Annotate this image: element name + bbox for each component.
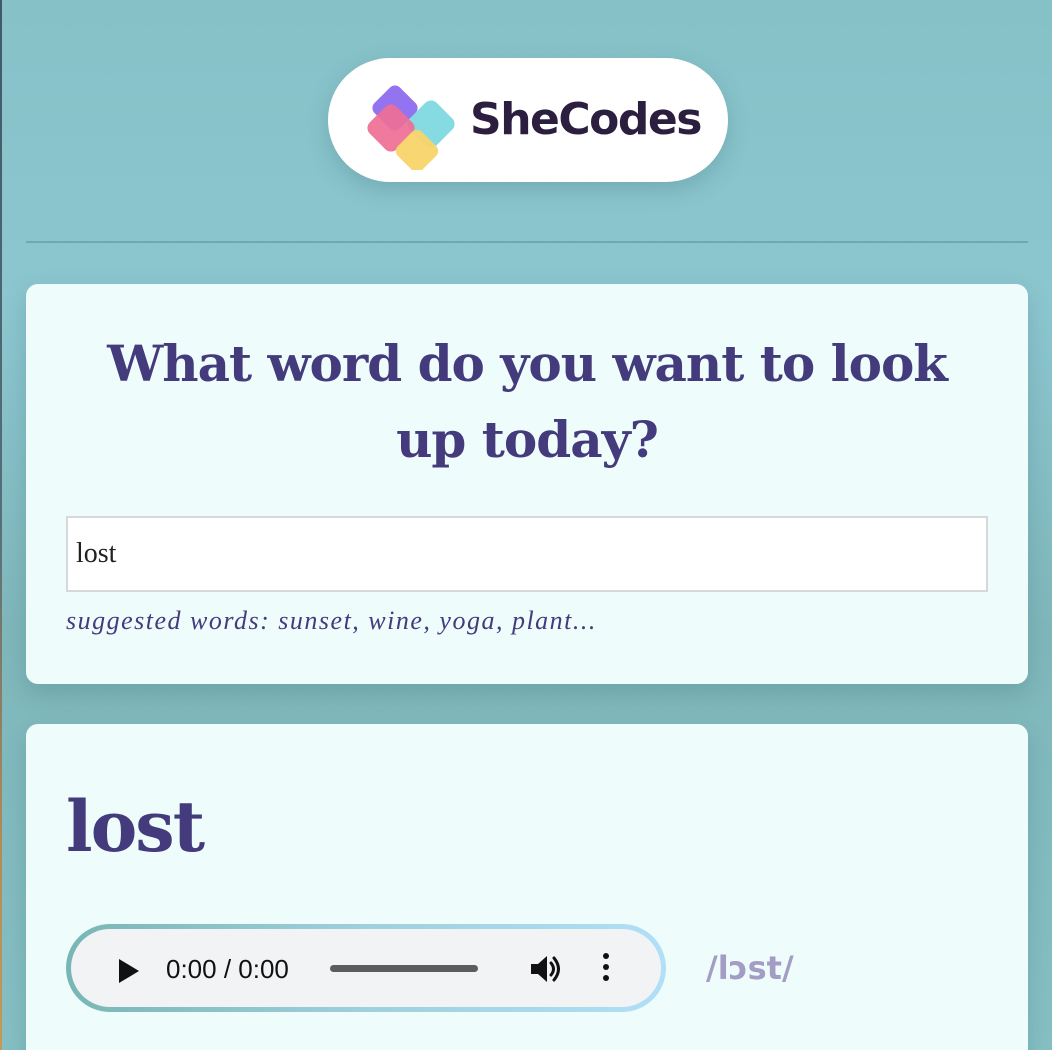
result-word: lost bbox=[66, 785, 205, 868]
volume-icon[interactable] bbox=[527, 951, 563, 987]
search-heading: What word do you want to look up today? bbox=[107, 334, 948, 469]
audio-time-display: 0:00 / 0:00 bbox=[166, 954, 289, 984]
audio-player-frame: 0:00 / 0:00 bbox=[66, 924, 666, 1012]
search-card: What word do you want to look up today? … bbox=[26, 284, 1028, 684]
audio-progress-bar[interactable] bbox=[330, 965, 478, 972]
window-left-edge bbox=[0, 0, 2, 1050]
result-card: lost 0:00 / 0:00 /lɔst/ bbox=[26, 724, 1028, 1050]
shecodes-logo[interactable]: SheCodes bbox=[328, 58, 728, 182]
search-input[interactable] bbox=[66, 516, 988, 592]
audio-player[interactable]: 0:00 / 0:00 bbox=[71, 929, 661, 1007]
suggested-words-hint: suggested words: sunset, wine, yoga, pla… bbox=[66, 606, 597, 635]
brand-name: SheCodes bbox=[470, 94, 702, 145]
play-icon[interactable] bbox=[119, 959, 139, 983]
more-options-icon[interactable] bbox=[601, 953, 611, 985]
shecodes-logo-icon bbox=[367, 85, 455, 170]
header-divider bbox=[26, 241, 1028, 243]
phonetic-text: /lɔst/ bbox=[706, 949, 794, 987]
